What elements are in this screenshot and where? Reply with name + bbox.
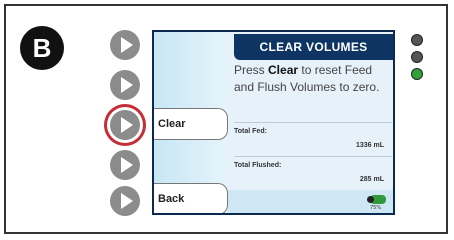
total-flushed-label: Total Flushed: [234, 162, 282, 169]
divider [234, 122, 392, 123]
led-2-indicator [411, 51, 423, 63]
device-screen: CLEAR VOLUMES Press Clear to reset Feed … [152, 30, 395, 215]
clear-label-button[interactable]: Clear [154, 108, 228, 140]
total-flushed-value: 285 mL [359, 176, 384, 183]
screen-message: Press Clear to reset Feed and Flush Volu… [234, 62, 392, 96]
battery-icon [367, 195, 386, 204]
message-prefix: Press [234, 63, 269, 77]
led-1-indicator [411, 34, 423, 46]
back-label-button[interactable]: Back [154, 183, 228, 213]
screen-title: CLEAR VOLUMES [234, 34, 393, 60]
softkey-clear-button[interactable] [110, 110, 140, 140]
total-fed-label: Total Fed: [234, 128, 267, 135]
softkey-back-button[interactable] [110, 186, 140, 216]
divider [234, 156, 392, 157]
softkey-2-button[interactable] [110, 70, 140, 100]
message-bold: Clear [268, 63, 299, 77]
panel-badge: B [20, 26, 64, 70]
softkey-1-button[interactable] [110, 30, 140, 60]
battery-percent: 75% [370, 205, 382, 211]
softkey-4-button[interactable] [110, 150, 140, 180]
led-3-indicator [411, 68, 423, 80]
total-fed-value: 1336 mL [355, 142, 384, 149]
